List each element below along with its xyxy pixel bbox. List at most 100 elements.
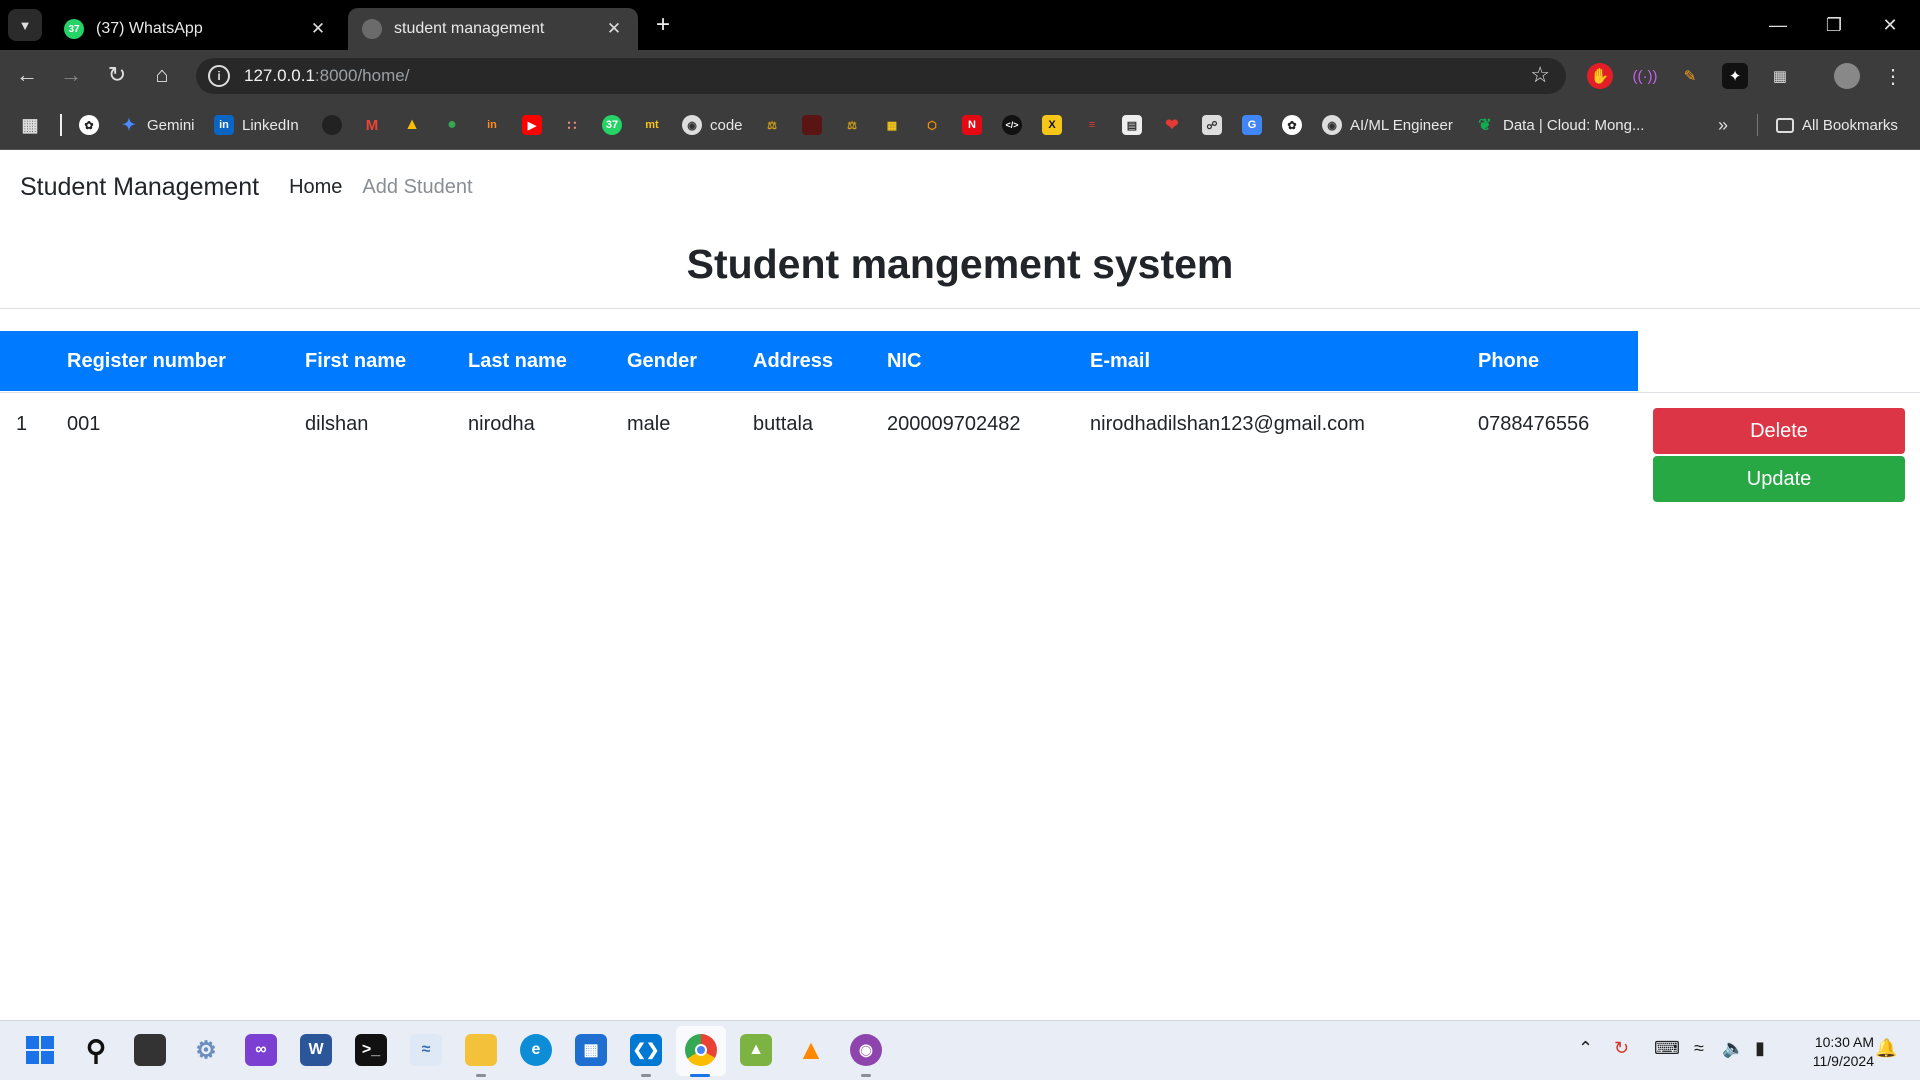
address-bar[interactable]: i 127.0.0.1:8000/home/ ☆ xyxy=(196,58,1566,94)
dark-book-icon[interactable] xyxy=(802,113,822,137)
google-maps-icon[interactable]: ● xyxy=(442,113,462,137)
photos-icon[interactable]: ▲ xyxy=(740,1034,772,1066)
site-info-icon[interactable]: i xyxy=(208,65,230,87)
apps-grid-icon[interactable]: ▦ xyxy=(20,113,40,137)
nav-link-home[interactable]: Home xyxy=(289,176,342,199)
whatsapp-icon: 37 xyxy=(64,19,84,39)
battery-icon[interactable]: ▮ xyxy=(1755,1038,1765,1059)
google-drive-icon[interactable]: ▲ xyxy=(402,113,422,137)
url-host: 127.0.0.1 xyxy=(244,66,315,85)
back-arrow-icon[interactable]: ← xyxy=(12,60,42,90)
whatsapp-icon[interactable]: 37 xyxy=(602,113,622,137)
youtube-icon[interactable]: ▶ xyxy=(522,113,542,137)
pen-extension-icon[interactable]: ✎ xyxy=(1677,63,1703,89)
keyboard-icon[interactable]: ⌨ xyxy=(1654,1038,1680,1059)
notebook-icon[interactable]: ▤ xyxy=(1122,113,1142,137)
box-icon[interactable]: ⬡ xyxy=(922,113,942,137)
update-button[interactable]: Update xyxy=(1653,456,1905,502)
terminal-icon[interactable]: >_ xyxy=(355,1034,387,1066)
chevron-up-icon[interactable]: ⌃ xyxy=(1578,1038,1593,1059)
delete-button[interactable]: Delete xyxy=(1653,408,1905,454)
windows-start-icon[interactable] xyxy=(24,1034,56,1066)
cell-register-number: 001 xyxy=(67,413,101,435)
cell-nic: 200009702482 xyxy=(887,413,1021,435)
podcast-icon[interactable]: ◉ xyxy=(850,1034,882,1066)
tab-whatsapp[interactable]: 37 (37) WhatsApp ✕ xyxy=(50,8,342,50)
table-header: Register number First name Last name Gen… xyxy=(0,331,1638,391)
indeed-icon[interactable]: in xyxy=(482,113,502,137)
home-icon[interactable]: ⌂ xyxy=(147,60,177,90)
wifi-icon[interactable]: ≈ xyxy=(1694,1038,1704,1059)
netflix-icon[interactable]: N xyxy=(962,113,982,137)
search-icon[interactable]: ⚲ xyxy=(80,1034,112,1066)
bookmark-linkedin[interactable]: in LinkedIn xyxy=(214,113,299,137)
minimize-icon[interactable]: — xyxy=(1758,10,1798,40)
bookmark-ai-ml-engineer[interactable]: ◉ AI/ML Engineer xyxy=(1322,113,1453,137)
bookmarks-divider xyxy=(60,114,62,136)
git-icon[interactable]: ☍ xyxy=(1202,113,1222,137)
extensions-puzzle-icon[interactable]: ▦ xyxy=(1767,63,1793,89)
close-tab-icon[interactable]: ✕ xyxy=(604,19,624,39)
column-header-address: Address xyxy=(753,350,834,372)
clock-time: 10:30 AM xyxy=(1814,1034,1874,1050)
chatgpt-icon[interactable]: ✿ xyxy=(79,113,99,137)
close-window-icon[interactable]: ✕ xyxy=(1870,10,1910,40)
bookmark-mongodb[interactable]: ❦ Data | Cloud: Mong... xyxy=(1475,113,1644,137)
adblock-hand-icon[interactable]: ✋ xyxy=(1587,63,1613,89)
navbar-brand[interactable]: Student Management xyxy=(20,173,259,202)
chrome-icon[interactable] xyxy=(685,1034,717,1066)
volume-icon[interactable]: 🔈 xyxy=(1722,1038,1744,1059)
nav-link-add-student[interactable]: Add Student xyxy=(362,176,472,199)
magic-wand-extension-icon[interactable]: ✦ xyxy=(1722,63,1748,89)
tab-search-button[interactable]: ▼ xyxy=(8,9,42,41)
task-view-icon[interactable] xyxy=(134,1034,166,1066)
github-icon[interactable] xyxy=(322,113,342,137)
microsoft-store-icon[interactable]: ▦ xyxy=(575,1034,607,1066)
red-chart-icon[interactable]: ≡ xyxy=(1082,113,1102,137)
bus-icon[interactable]: ▦ xyxy=(882,113,902,137)
crest-icon[interactable]: ⚖ xyxy=(842,113,862,137)
gmail-icon[interactable]: M xyxy=(362,113,382,137)
sync-icon[interactable]: ↻ xyxy=(1614,1038,1629,1059)
chevron-double-right-icon[interactable]: » xyxy=(1718,113,1728,137)
apps-dots-icon[interactable]: ∷ xyxy=(562,113,582,137)
bookmark-label: AI/ML Engineer xyxy=(1350,116,1453,134)
profile-avatar[interactable] xyxy=(1834,63,1860,89)
crest-icon[interactable]: ⚖ xyxy=(762,113,782,137)
column-header-gender: Gender xyxy=(627,350,698,372)
bookmark-label: Gemini xyxy=(147,116,195,134)
bookmark-gemini[interactable]: ✦ Gemini xyxy=(119,113,195,137)
notification-bell-icon[interactable]: 🔔 xyxy=(1875,1038,1897,1059)
visual-studio-icon[interactable]: ∞ xyxy=(245,1034,277,1066)
chatgpt-icon[interactable]: ✿ xyxy=(1282,113,1302,137)
navbar: Student Management Home Add Student xyxy=(20,167,493,207)
close-tab-icon[interactable]: ✕ xyxy=(308,19,328,39)
broadcast-extension-icon[interactable]: ((·)) xyxy=(1632,63,1658,89)
clock[interactable]: 10:30 AM 11/9/2024 xyxy=(1790,1033,1874,1071)
edge-icon[interactable]: e xyxy=(520,1034,552,1066)
mt-icon[interactable]: mt xyxy=(642,113,662,137)
x-icon[interactable]: X xyxy=(1042,113,1062,137)
performance-chart-icon[interactable]: ≈ xyxy=(410,1034,442,1066)
file-explorer-icon[interactable] xyxy=(465,1034,497,1066)
column-header-last-name: Last name xyxy=(468,350,567,372)
heart-icon[interactable]: ❤ xyxy=(1162,113,1182,137)
bookmark-star-icon[interactable]: ☆ xyxy=(1530,62,1550,88)
column-header-phone: Phone xyxy=(1478,350,1540,372)
code-tag-icon[interactable]: </> xyxy=(1002,113,1022,137)
reload-icon[interactable]: ↻ xyxy=(102,60,132,90)
cell-gender: male xyxy=(627,413,671,435)
word-icon[interactable]: W xyxy=(300,1034,332,1066)
bookmarks-divider xyxy=(1757,114,1758,136)
new-tab-button[interactable]: + xyxy=(650,11,676,39)
bookmark-code[interactable]: ◉ code xyxy=(682,113,743,137)
google-translate-icon[interactable]: G xyxy=(1242,113,1262,137)
tab-student-management[interactable]: student management ✕ xyxy=(348,8,638,50)
restore-icon[interactable]: ❐ xyxy=(1814,10,1854,40)
vlc-cone-icon[interactable]: ▲ xyxy=(795,1034,827,1066)
all-bookmarks-folder[interactable]: All Bookmarks xyxy=(1776,113,1898,137)
settings-gear-icon[interactable]: ⚙ xyxy=(190,1034,222,1066)
forward-arrow-icon[interactable]: → xyxy=(56,60,86,90)
vscode-icon[interactable]: ❮❯ xyxy=(630,1034,662,1066)
more-menu-icon[interactable]: ⋮ xyxy=(1880,63,1906,89)
